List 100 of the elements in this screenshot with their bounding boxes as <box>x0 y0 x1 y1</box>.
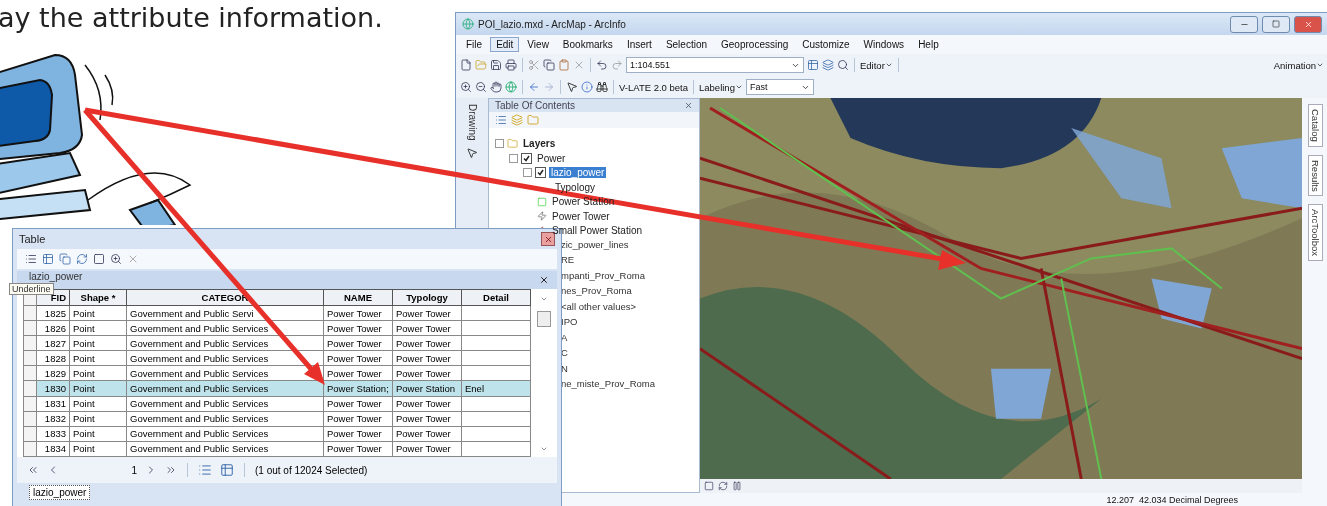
menu-item[interactable]: Edit <box>490 37 520 52</box>
column-header[interactable]: Shape * <box>69 289 127 306</box>
search-icon[interactable] <box>837 59 849 71</box>
copy-icon[interactable] <box>543 59 555 71</box>
layer-label[interactable]: ne_miste_Prov_Roma <box>561 378 655 389</box>
table-row[interactable]: 1830 Point Government and Public Services Power Station; Power Station Enel <box>23 380 531 397</box>
maximize-button[interactable] <box>1262 15 1290 33</box>
delete-icon[interactable] <box>573 59 585 71</box>
zoom-selected-icon[interactable] <box>110 253 122 265</box>
layer-label[interactable]: IPO <box>561 316 578 327</box>
layer-label[interactable]: Typology <box>553 181 598 193</box>
back-arrow-icon[interactable] <box>528 81 540 93</box>
scrollbar-thumb[interactable] <box>537 311 551 327</box>
vlate-label[interactable]: V-LATE 2.0 beta <box>619 81 688 93</box>
pan-icon[interactable] <box>490 81 502 93</box>
layer-label[interactable]: <all other values> <box>561 300 636 312</box>
pointer-icon[interactable] <box>466 146 478 159</box>
table-tab[interactable]: lazio_power <box>29 270 83 282</box>
layer-label[interactable]: nes_Prov_Roma <box>561 285 632 296</box>
zoom-in-icon[interactable] <box>460 81 472 93</box>
side-tab[interactable]: Results <box>1307 154 1323 197</box>
layer-label[interactable]: C <box>561 347 568 358</box>
table-options-icon[interactable] <box>25 253 37 265</box>
menu-item[interactable]: Geoprocessing <box>715 37 795 52</box>
last-record-icon[interactable] <box>165 464 177 476</box>
column-header[interactable]: Typology <box>392 289 462 306</box>
table-row[interactable]: 1828 Point Government and Public Services Power Tower Power Tower <box>23 350 531 366</box>
menu-item[interactable]: File <box>460 37 489 52</box>
quality-dropdown[interactable]: Fast <box>745 79 814 95</box>
menu-item[interactable]: Help <box>912 37 945 52</box>
drawing-toolbar-label[interactable]: Drawing <box>466 104 478 141</box>
menu-item[interactable]: View <box>521 37 555 52</box>
column-header[interactable]: Detail <box>461 289 531 306</box>
close-icon[interactable] <box>539 275 549 285</box>
related-tables-icon[interactable] <box>42 253 54 265</box>
select-icon[interactable] <box>59 253 71 265</box>
menu-item[interactable]: Selection <box>659 37 714 52</box>
table-row[interactable]: 1833 Point Government and Public Services Power Tower Power Tower <box>23 426 531 442</box>
layer-checkbox[interactable] <box>521 152 532 164</box>
animation-menu[interactable]: Animation <box>1273 59 1324 71</box>
close-icon <box>1303 19 1313 29</box>
menu-item[interactable]: Windows <box>857 37 911 52</box>
labeling-menu[interactable]: Labeling <box>699 81 743 93</box>
table-tab[interactable]: lazio_power <box>29 485 91 500</box>
menu-item[interactable]: Customize <box>796 37 856 52</box>
folder-icon[interactable] <box>527 114 539 126</box>
table-row[interactable]: 1834 Point Government and Public Services Power Tower Power Tower <box>23 441 531 457</box>
table-row[interactable]: 1825 Point Government and Public Servi Power Tower Power Tower <box>23 305 531 321</box>
layer-label[interactable]: N <box>561 362 568 374</box>
editor-menu[interactable]: Editor <box>860 59 893 71</box>
table-row[interactable]: 1826 Point Government and Public Services Power Tower Power Tower <box>23 320 531 336</box>
close-button[interactable] <box>1294 15 1322 33</box>
binoculars-icon[interactable] <box>596 81 608 93</box>
table-row[interactable]: 1831 Point Government and Public Services Power Tower Power Tower <box>23 396 531 412</box>
delete-icon[interactable] <box>127 253 139 265</box>
scroll-up-icon[interactable] <box>540 295 548 303</box>
globe-icon[interactable] <box>462 18 474 30</box>
close-button[interactable] <box>541 232 555 246</box>
minimize-button[interactable] <box>1230 15 1258 33</box>
first-record-icon[interactable] <box>27 464 39 476</box>
switch-selection-icon[interactable] <box>76 253 88 265</box>
layer-label[interactable]: Power <box>535 152 568 164</box>
show-all-icon[interactable] <box>198 463 212 477</box>
record-field[interactable]: 1 <box>67 464 137 476</box>
list-icon[interactable] <box>495 114 507 126</box>
table-icon[interactable] <box>807 59 819 71</box>
new-file-icon[interactable] <box>460 59 472 71</box>
pointer-icon[interactable] <box>566 81 578 93</box>
table-row[interactable]: 1829 Point Government and Public Services Power Tower Power Tower <box>23 365 531 381</box>
layout-view-icon[interactable] <box>704 481 714 491</box>
scissors-icon[interactable] <box>528 59 540 71</box>
menu-item[interactable]: Insert <box>620 37 658 52</box>
zoom-out-icon[interactable] <box>475 81 487 93</box>
save-icon[interactable] <box>490 59 502 71</box>
table-row[interactable]: 1827 Point Government and Public Services Power Tower Power Tower <box>23 335 531 351</box>
layer-label[interactable]: lazio_power <box>549 167 607 179</box>
scale-field[interactable]: 1:104.551 <box>626 57 804 73</box>
refresh-icon[interactable] <box>718 481 728 491</box>
column-header[interactable]: NAME <box>323 289 393 306</box>
side-tab[interactable]: Catalog <box>1307 104 1323 147</box>
layer-label[interactable]: zic_power_lines <box>561 238 629 250</box>
layers-icon[interactable] <box>822 59 834 71</box>
layer-label[interactable]: RE <box>561 254 575 265</box>
side-tab[interactable]: ArcToolbox <box>1307 204 1323 262</box>
show-selected-icon[interactable] <box>220 463 234 477</box>
clipboard-icon[interactable] <box>558 59 570 71</box>
layer-checkbox[interactable] <box>535 167 546 179</box>
printer-icon[interactable] <box>505 59 517 71</box>
layers-icon[interactable] <box>511 114 523 126</box>
tower-icon[interactable] <box>537 211 547 222</box>
menu-item[interactable]: Bookmarks <box>556 37 619 52</box>
undo-icon[interactable] <box>596 59 608 71</box>
pause-icon[interactable] <box>732 481 742 491</box>
layer-label[interactable]: Layers <box>521 138 558 150</box>
clear-selection-icon[interactable] <box>93 253 105 265</box>
scroll-down-icon[interactable] <box>540 445 548 453</box>
table-row[interactable]: 1832 Point Government and Public Services Power Tower Power Tower <box>23 411 531 427</box>
layer-label[interactable]: mpanti_Prov_Roma <box>561 269 645 281</box>
column-header[interactable]: CATEGOR <box>126 289 324 306</box>
layer-label[interactable]: Power Tower <box>550 210 612 222</box>
